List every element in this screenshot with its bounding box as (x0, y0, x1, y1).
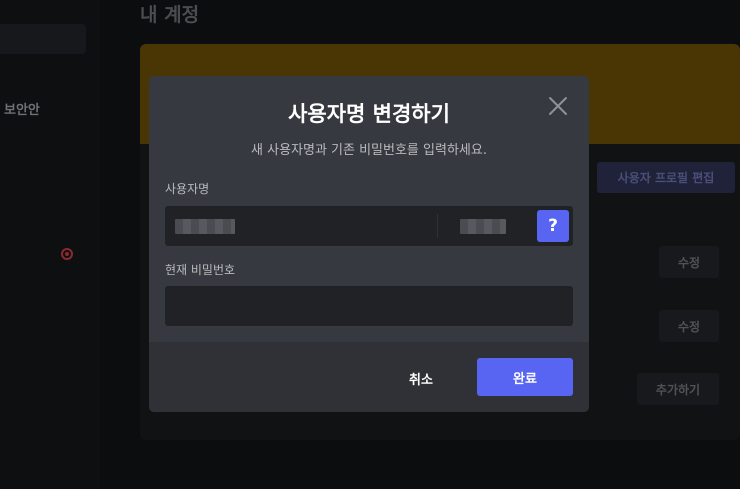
submit-button[interactable]: 완료 (477, 358, 573, 396)
password-label: 현재 비밀번호 (165, 263, 236, 277)
add-phone-button[interactable]: 추가하기 (637, 373, 719, 405)
discriminator-redacted (460, 219, 506, 234)
username-label: 사용자명 (165, 182, 210, 196)
edit-username-button[interactable]: 수정 (659, 246, 719, 278)
page-title: 내 계정 (140, 4, 200, 26)
modal-subtitle: 새 사용자명과 기존 비밀번호를 입력하세요. (251, 143, 487, 158)
settings-sidebar: 보안안 (0, 0, 100, 489)
password-input[interactable] (165, 286, 573, 326)
username-field: ? (165, 206, 573, 246)
username-redacted (175, 219, 235, 234)
cancel-button[interactable]: 취소 (397, 359, 445, 397)
edit-profile-button[interactable]: 사용자 프로필 편집 (597, 162, 735, 193)
sidebar-selected-item[interactable] (0, 24, 86, 54)
help-button[interactable]: ? (537, 210, 569, 242)
edit-email-button[interactable]: 수정 (659, 310, 719, 342)
username-divider (437, 214, 438, 238)
change-username-modal: 사용자명 변경하기 새 사용자명과 기존 비밀번호를 입력하세요. 사용자명 ?… (149, 76, 589, 412)
modal-footer: 취소 완료 (149, 342, 589, 412)
sidebar-badge-icon (61, 248, 73, 260)
modal-title: 사용자명 변경하기 (288, 102, 450, 126)
sidebar-item-label[interactable]: 보안안 (4, 99, 40, 118)
